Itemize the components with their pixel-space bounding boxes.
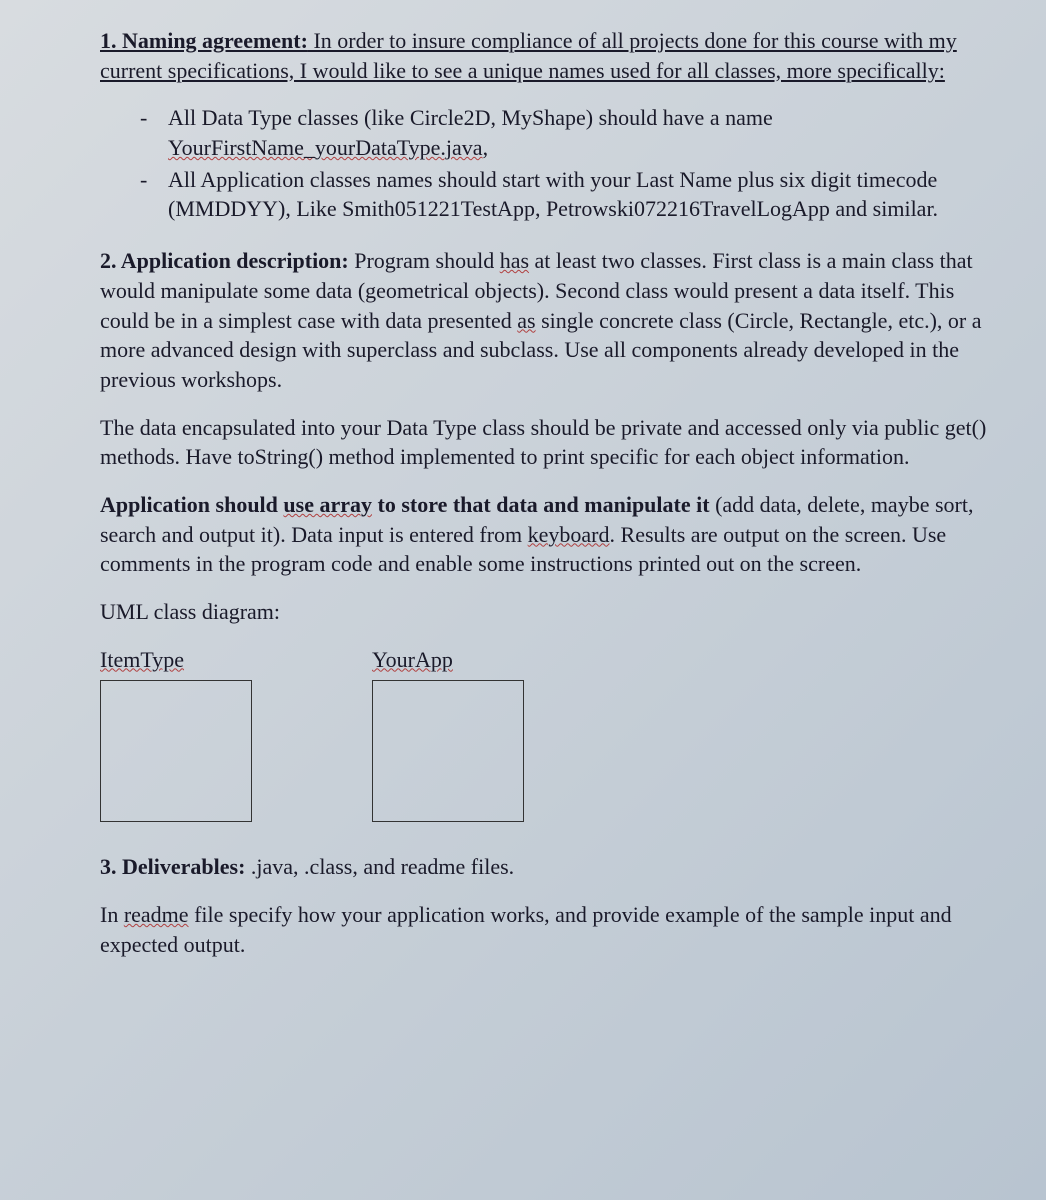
section-3-heading: 3. Deliverables: [100, 854, 245, 879]
p3-bold-use: use array [283, 492, 372, 517]
section-1-heading: 1. Naming agreement: [100, 28, 308, 53]
naming-bullets: All Data Type classes (like Circle2D, My… [140, 103, 1006, 224]
bullet-data-type: All Data Type classes (like Circle2D, My… [140, 103, 1006, 162]
bullet-app-class: All Application classes names should sta… [140, 165, 1006, 224]
uml-left-box [100, 680, 252, 822]
p3-bold-a: Application should [100, 492, 283, 517]
p1-has: has [500, 248, 529, 273]
uml-heading: UML class diagram: [100, 597, 1006, 627]
uml-left-unit: ItemType [100, 645, 252, 823]
uml-right-label: YourApp [372, 645, 524, 675]
s3-readme: readme [124, 902, 189, 927]
section-2-p2: The data encapsulated into your Data Typ… [100, 413, 1006, 472]
uml-left-label: ItemType [100, 645, 252, 675]
s3-p1b: file specify how your application works,… [100, 902, 952, 957]
p1-as: as [517, 308, 535, 333]
uml-right-box [372, 680, 524, 822]
section-3-text: .java, .class, and readme files. [245, 854, 514, 879]
document-page: 1. Naming agreement: In order to insure … [0, 0, 1046, 1017]
uml-right-unit: YourApp [372, 645, 524, 823]
bullet-text: All Data Type classes (like Circle2D, My… [168, 105, 773, 130]
p1-a: Program should [349, 248, 500, 273]
p3-bold-b: to store that data and manipulate it [372, 492, 710, 517]
section-1: 1. Naming agreement: In order to insure … [100, 26, 1006, 85]
bullet-filename: YourFirstName_yourDataType.java [168, 135, 483, 160]
section-2-p3: Application should use array to store th… [100, 490, 1006, 579]
s3-p1a: In [100, 902, 124, 927]
uml-diagram: ItemType YourApp [100, 645, 1006, 823]
bullet-comma: , [483, 135, 489, 160]
section-2-heading: 2. Application description: [100, 248, 349, 273]
section-3-p1: In readme file specify how your applicat… [100, 900, 1006, 959]
section-3: 3. Deliverables: .java, .class, and read… [100, 852, 1006, 882]
p3-keyboard: keyboard [528, 522, 610, 547]
section-2-p1: 2. Application description: Program shou… [100, 246, 1006, 394]
